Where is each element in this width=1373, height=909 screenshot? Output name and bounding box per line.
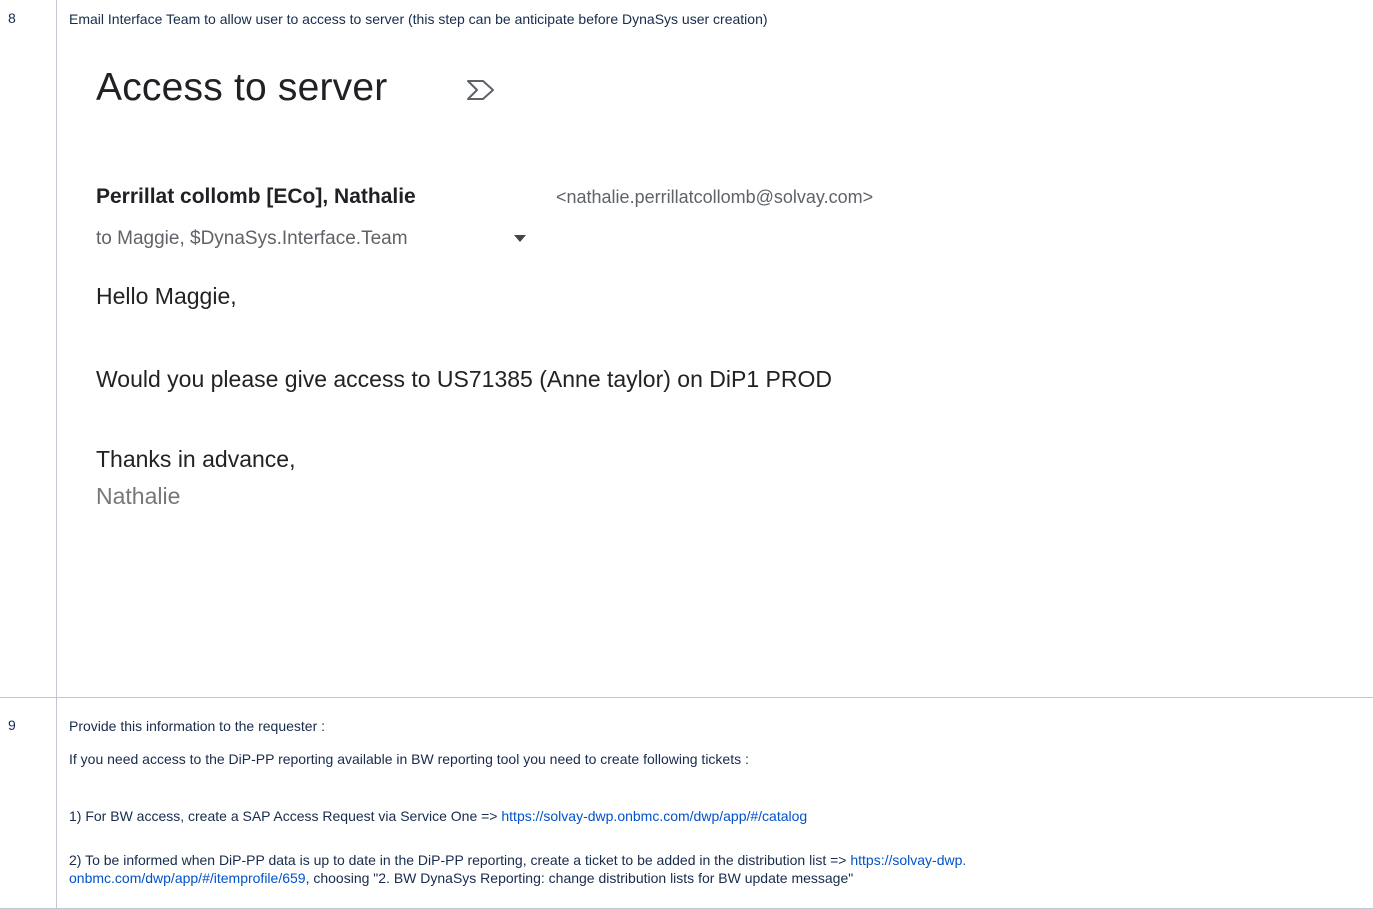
chevron-down-icon [514, 235, 526, 242]
itemprofile-link[interactable]: https://solvay-dwp. [850, 852, 966, 868]
step-number: 8 [8, 10, 16, 26]
list-item-text: 1) For BW access, create a SAP Access Re… [69, 808, 502, 824]
recipients: to Maggie, $DynaSys.Interface.Team [96, 228, 408, 249]
list-item: 1) For BW access, create a SAP Access Re… [69, 807, 807, 825]
step-instruction: Email Interface Team to allow user to ac… [69, 11, 768, 27]
catalog-link[interactable]: https://solvay-dwp.onbmc.com/dwp/app/#/c… [501, 808, 807, 824]
step-number: 9 [8, 717, 16, 733]
email-greeting: Hello Maggie, [96, 283, 237, 309]
itemprofile-link[interactable]: onbmc.com/dwp/app/#/itemprofile/659 [69, 870, 306, 886]
email-closing: Thanks in advance, [96, 446, 296, 472]
column-divider [56, 0, 57, 909]
email-subject: Access to server [96, 66, 388, 109]
step-intro: Provide this information to the requeste… [69, 718, 326, 734]
sender-email: <nathalie.perrillatcollomb@solvay.com> [556, 187, 874, 207]
label-icon [467, 80, 494, 100]
email-body: Would you please give access to US71385 … [96, 366, 832, 392]
list-item: 2) To be informed when DiP-PP data is up… [69, 851, 966, 869]
email-signature: Nathalie [96, 483, 181, 509]
list-item-text: 2) To be informed when DiP-PP data is up… [69, 852, 851, 868]
list-item-continuation: onbmc.com/dwp/app/#/itemprofile/659, cho… [69, 869, 853, 887]
row-divider [0, 697, 1373, 698]
step-condition: If you need access to the DiP-PP reporti… [69, 751, 749, 767]
sender-name: Perrillat collomb [ECo], Nathalie [96, 185, 416, 208]
list-item-text: , choosing "2. BW DynaSys Reporting: cha… [305, 870, 854, 886]
